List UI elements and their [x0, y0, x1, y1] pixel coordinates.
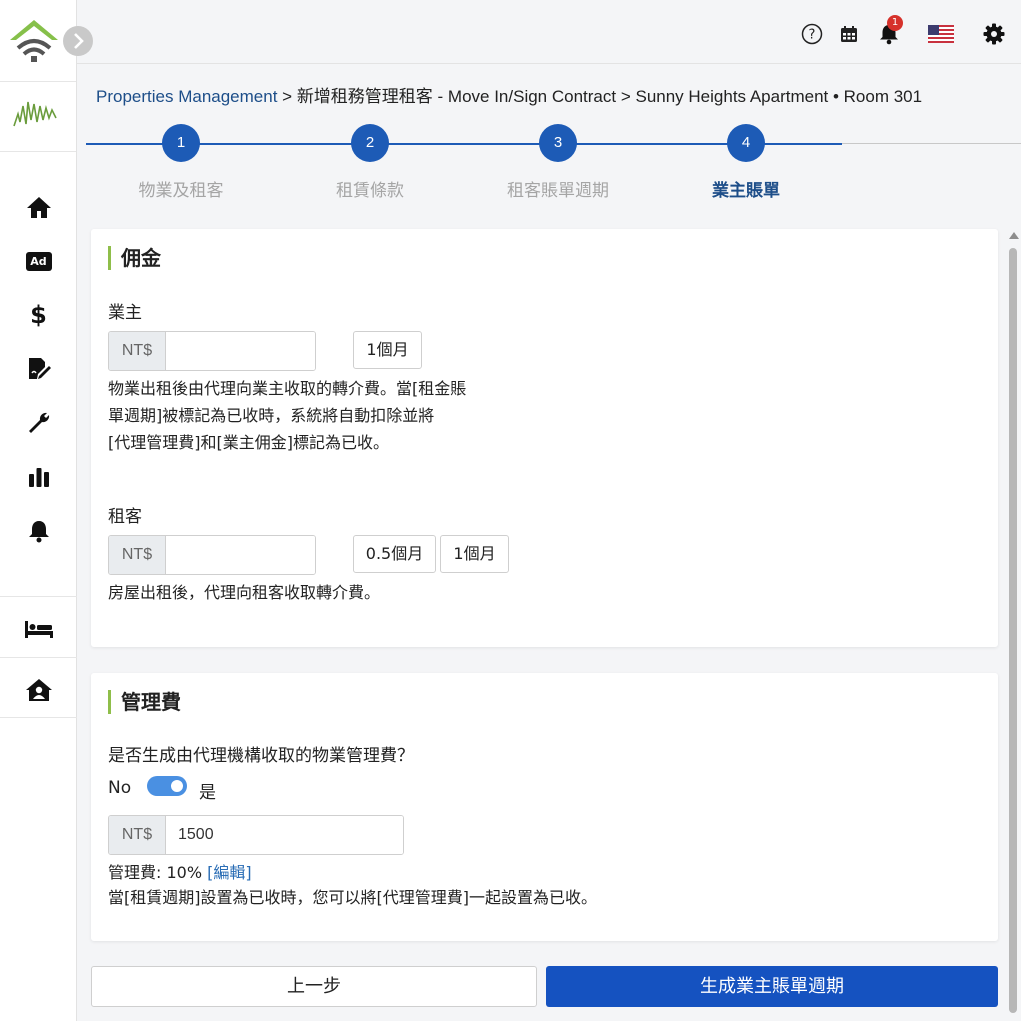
sidebar-collapse-button[interactable]: [63, 26, 93, 56]
description-line: [代理管理費]和[業主佣金]標記為已收。: [108, 433, 389, 452]
edit-document-icon: [28, 358, 51, 379]
sidebar-item-contracts[interactable]: [0, 342, 77, 396]
step-4[interactable]: 4 業主賬單: [686, 124, 806, 201]
sidebar-item-maintenance[interactable]: [0, 396, 77, 450]
owner-1-month-button[interactable]: 1個月: [353, 331, 422, 369]
scrollbar[interactable]: [1008, 232, 1019, 1017]
currency-prefix: NT$: [109, 332, 166, 370]
step-label: 租賃條款: [336, 181, 404, 201]
bar-chart-icon: [28, 468, 49, 487]
previous-step-button[interactable]: 上一步: [91, 966, 537, 1007]
owner-label: 業主: [108, 303, 142, 323]
sidebar-divider: [0, 717, 77, 718]
chevron-right-icon: [74, 33, 84, 49]
step-label: 租客賬單週期: [507, 181, 609, 201]
owner-commission-description: 物業出租後由代理向業主收取的轉介費。當[租金賬 單週期]被標記為已收時，系統將自…: [108, 375, 466, 456]
toggle-on-label: 是: [199, 783, 216, 803]
home-icon: [26, 197, 51, 218]
management-fee-field: NT$: [108, 815, 404, 855]
tenant-label: 租客: [108, 507, 142, 527]
help-icon: ?: [801, 23, 823, 45]
calendar-icon: [841, 26, 857, 42]
sidebar: Ad $: [0, 0, 77, 1021]
gear-icon: [983, 23, 1005, 45]
step-number: 1: [162, 124, 200, 162]
step-number: 3: [539, 124, 577, 162]
step-2[interactable]: 2 租賃條款: [310, 124, 430, 201]
management-fee-rate: 管理費: 10% [編輯]: [108, 859, 252, 886]
owner-commission-input[interactable]: [166, 332, 315, 370]
top-bar: ? 1: [77, 0, 1021, 64]
help-button[interactable]: ?: [800, 22, 824, 46]
description-line: 物業出租後由代理向業主收取的轉介費。當[租金賬: [108, 379, 467, 398]
wrench-icon: [28, 412, 49, 433]
edit-fee-link[interactable]: [編輯]: [207, 863, 252, 882]
sidebar-item-notifications[interactable]: [0, 504, 77, 558]
management-fee-card: 管理費 是否生成由代理機構收取的物業管理費？ No 是 NT$ 管理費: 10%…: [91, 673, 998, 941]
management-fee-title: 管理費: [108, 690, 181, 714]
language-button[interactable]: [927, 22, 955, 46]
breadcrumb-separator: >: [277, 87, 297, 106]
stepper: 1 物業及租客 2 租賃條款 3 租客賬單週期 4 業主賬單: [86, 120, 1021, 210]
settings-button[interactable]: [982, 22, 1006, 46]
breadcrumb: Properties Management > 新增租務管理租客 - Move …: [96, 82, 922, 107]
brand-signature-icon: [13, 101, 57, 127]
commission-card: 佣金 業主 NT$ 1個月 物業出租後由代理向業主收取的轉介費。當[租金賬 單週…: [91, 229, 998, 647]
step-label: 物業及租客: [138, 181, 224, 201]
stepper-track-line: [842, 143, 1021, 144]
step-label: 業主賬單: [712, 181, 780, 201]
sidebar-item-ads[interactable]: Ad: [0, 234, 77, 288]
step-3[interactable]: 3 租客賬單週期: [498, 124, 618, 201]
management-fee-input[interactable]: [166, 816, 403, 854]
calendar-button[interactable]: [837, 22, 861, 46]
toggle-off-label: No: [108, 778, 132, 798]
description-line: 單週期]被標記為已收時，系統將自動扣除並將: [108, 406, 435, 425]
commission-title: 佣金: [108, 246, 161, 270]
us-flag-icon: [928, 25, 954, 43]
sidebar-item-home[interactable]: [0, 180, 77, 234]
step-1[interactable]: 1 物業及租客: [121, 124, 241, 201]
management-fee-question: 是否生成由代理機構收取的物業管理費？: [108, 746, 414, 766]
sidebar-nav: Ad $: [0, 180, 77, 558]
sidebar-item-tenants[interactable]: [0, 661, 77, 719]
sidebar-item-finance[interactable]: $: [0, 288, 77, 342]
tenant-1-month-button[interactable]: 1個月: [440, 535, 509, 573]
sidebar-divider: [0, 657, 77, 658]
brand-logo: [0, 82, 76, 152]
owner-commission-field: NT$: [108, 331, 316, 371]
currency-prefix: NT$: [109, 536, 166, 574]
step-number: 2: [351, 124, 389, 162]
breadcrumb-current: 新增租務管理租客 - Move In/Sign Contract > Sunny…: [296, 87, 923, 106]
sidebar-item-reports[interactable]: [0, 450, 77, 504]
breadcrumb-link-properties[interactable]: Properties Management: [96, 87, 277, 106]
management-fee-rate-text: 管理費: 10%: [108, 863, 208, 882]
notifications-button[interactable]: 1: [877, 15, 903, 46]
sidebar-item-rooms[interactable]: [0, 600, 77, 658]
step-number: 4: [727, 124, 765, 162]
bell-icon: [28, 521, 49, 543]
bed-icon: [24, 621, 53, 638]
tenant-commission-field: NT$: [108, 535, 316, 575]
sidebar-divider: [0, 596, 77, 597]
house-user-icon: [25, 679, 52, 701]
notification-badge: 1: [887, 15, 903, 31]
currency-prefix: NT$: [109, 816, 166, 854]
ad-icon: Ad: [25, 251, 52, 271]
tenant-half-month-button[interactable]: 0.5個月: [353, 535, 436, 573]
wifi-home-logo-icon: [10, 20, 58, 62]
generate-owner-billing-button[interactable]: 生成業主賬單週期: [546, 966, 998, 1007]
scroll-up-arrow-icon[interactable]: [1009, 232, 1019, 239]
tenant-commission-input[interactable]: [166, 536, 315, 574]
tenant-commission-description: 房屋出租後，代理向租客收取轉介費。: [108, 583, 381, 602]
scroll-thumb[interactable]: [1009, 248, 1017, 1013]
management-fee-toggle[interactable]: [147, 776, 187, 796]
management-fee-note: 當[租賃週期]設置為已收時，您可以將[代理管理費]一起設置為已收。: [108, 888, 597, 907]
dollar-icon: $: [30, 301, 47, 329]
svg-text:?: ?: [809, 28, 816, 43]
toggle-knob: [168, 777, 186, 795]
